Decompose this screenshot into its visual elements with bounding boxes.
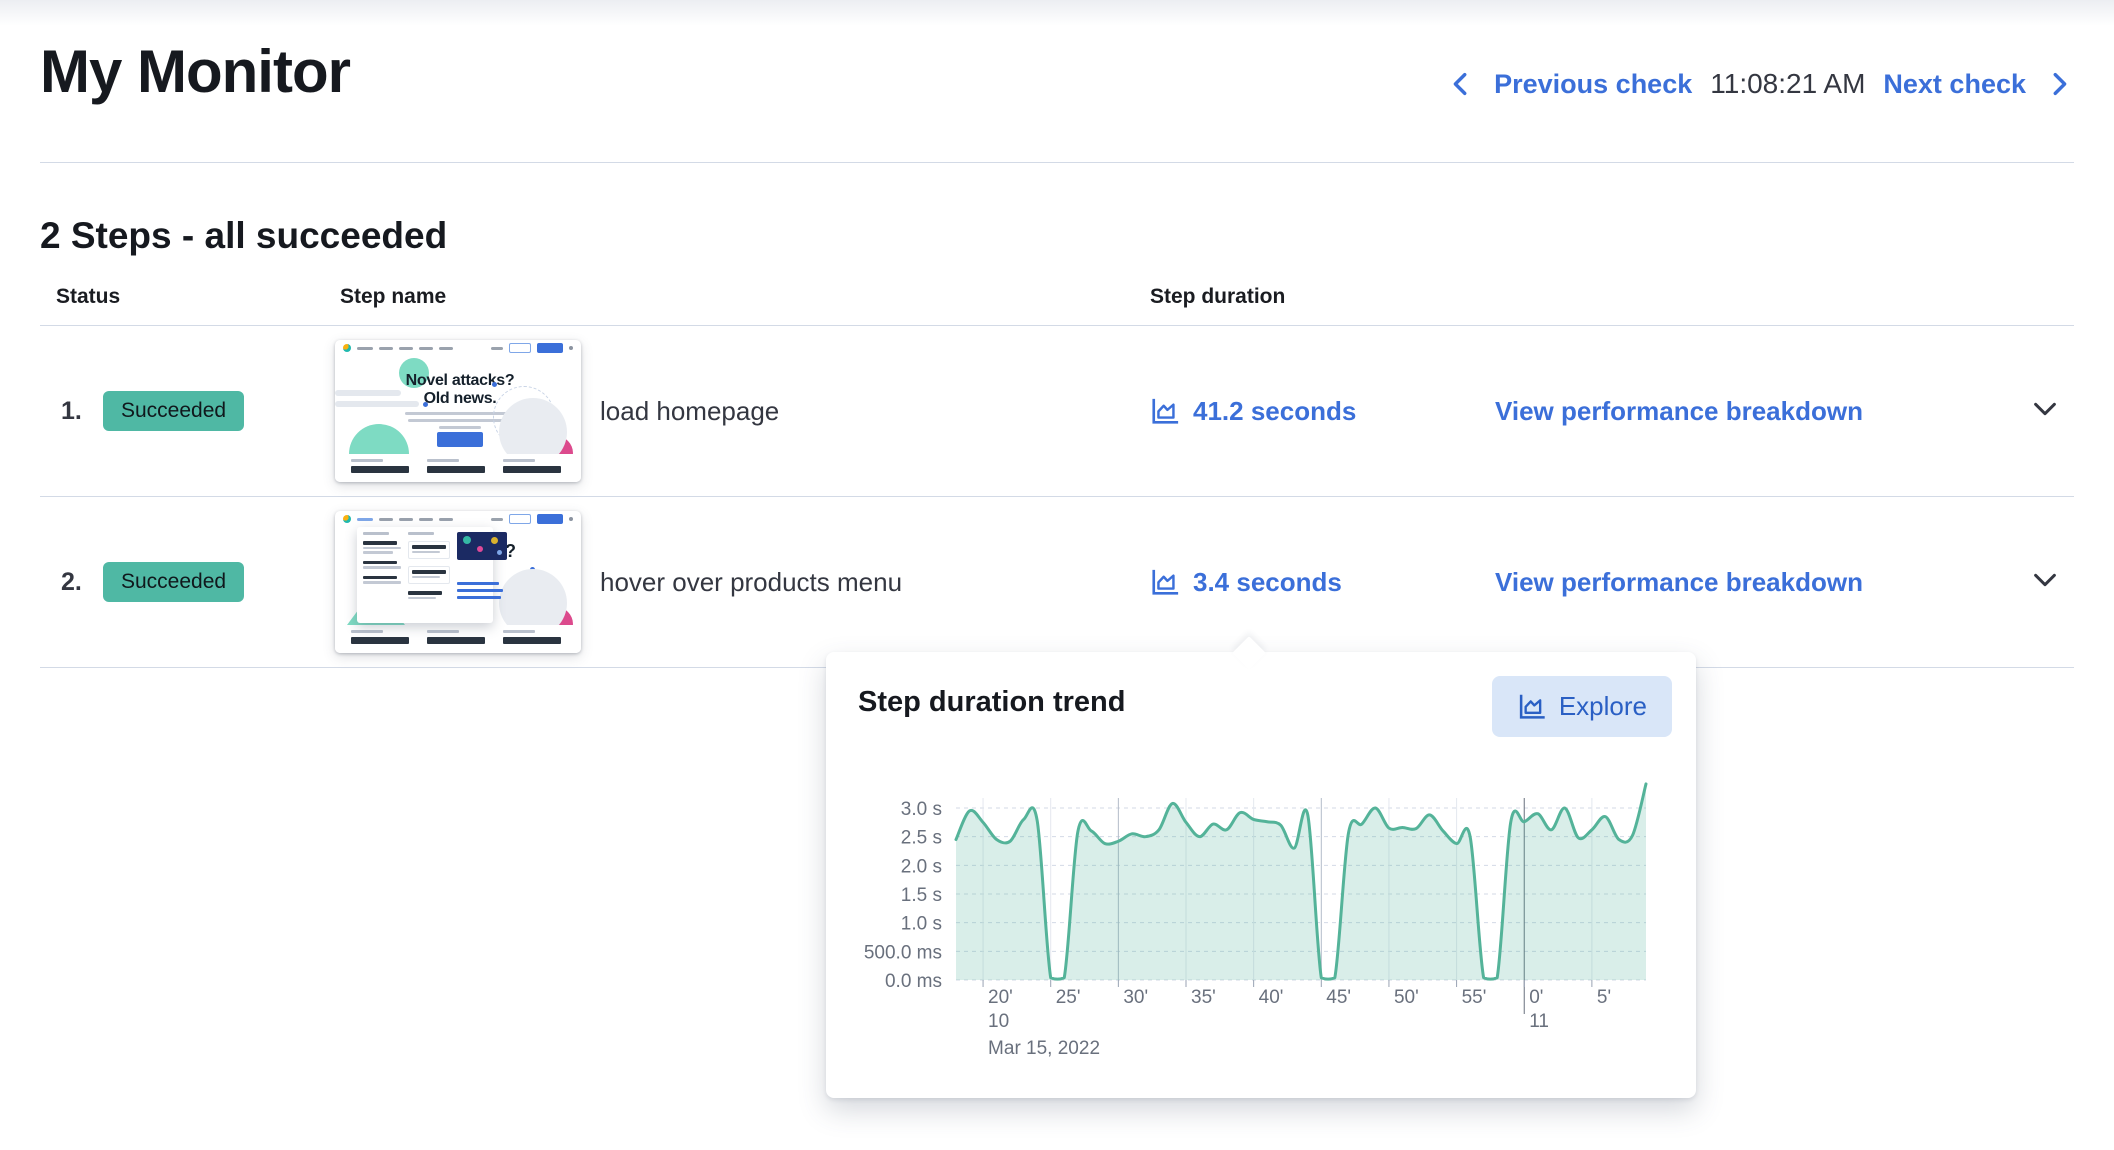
page-title: My Monitor: [40, 38, 351, 105]
svg-text:25': 25': [1056, 987, 1081, 1008]
step-row-1: 1. Succeeded Novel attacks? Old news. lo…: [40, 326, 2074, 497]
step-duration-cell: 3.4 seconds: [1150, 567, 1495, 598]
area-chart-icon: [1519, 694, 1545, 719]
svg-text:2.5 s: 2.5 s: [901, 828, 942, 849]
step-name: load homepage: [600, 395, 780, 426]
svg-text:55': 55': [1462, 987, 1487, 1008]
svg-text:35': 35': [1191, 987, 1216, 1008]
svg-text:20': 20': [988, 987, 1013, 1008]
step-duration-link[interactable]: 3.4 seconds: [1193, 567, 1342, 598]
svg-text:40': 40': [1259, 987, 1284, 1008]
svg-text:0.0 ms: 0.0 ms: [885, 971, 942, 992]
svg-text:11: 11: [1529, 1011, 1549, 1032]
header-divider: [40, 162, 2074, 163]
step-row-2: 2. Succeeded s?: [40, 497, 2074, 668]
previous-check-chevron-icon[interactable]: [1446, 69, 1476, 99]
view-performance-breakdown-link[interactable]: View performance breakdown: [1495, 396, 1863, 426]
step-duration-link[interactable]: 41.2 seconds: [1193, 396, 1356, 427]
step-number: 1.: [61, 396, 82, 425]
thumbnail-site-navbar: [335, 340, 581, 356]
svg-text:45': 45': [1326, 987, 1351, 1008]
elastic-logo-icon: [343, 515, 351, 523]
step-number: 2.: [61, 567, 82, 596]
thumbnail-headline-fragment: s?: [495, 541, 581, 562]
svg-text:2.0 s: 2.0 s: [901, 856, 942, 877]
thumbnail-footer-links: [335, 454, 581, 482]
page-header: My Monitor Previous check 11:08:21 AM Ne…: [0, 0, 2114, 110]
step-name: hover over products menu: [600, 566, 903, 597]
column-header-status: Status: [56, 285, 121, 308]
svg-text:5': 5': [1597, 987, 1611, 1008]
area-chart-icon: [1152, 569, 1179, 595]
expand-row-chevron-down-icon[interactable]: [2030, 565, 2060, 595]
status-badge: Succeeded: [103, 391, 245, 431]
svg-text:1.0 s: 1.0 s: [901, 914, 942, 935]
status-badge: Succeeded: [103, 562, 245, 602]
svg-text:50': 50': [1394, 987, 1419, 1008]
step-screenshot-thumbnail[interactable]: s?: [335, 511, 581, 653]
step-duration-trend-chart: 0.0 ms 500.0 ms 1.0 s 1.5 s 2.0 s 2.5 s 3.0 s 2…: [864, 782, 1648, 1059]
check-navigation: Previous check 11:08:21 AM Next check: [1446, 68, 2074, 110]
check-time: 11:08:21 AM: [1710, 68, 1866, 99]
area-chart-icon: [1152, 398, 1179, 424]
popover-title: Step duration trend: [858, 686, 1126, 718]
thumbnail-get-started-button: [437, 432, 483, 447]
step-duration-cell: 41.2 seconds: [1150, 396, 1495, 427]
step-duration-trend-popover: Step duration trend Explore 0.0 ms 500.0 …: [826, 636, 1696, 1098]
search-icon: [569, 346, 573, 350]
step-screenshot-thumbnail[interactable]: Novel attacks? Old news.: [335, 340, 581, 482]
thumbnail-products-mega-menu: [357, 527, 507, 623]
thumbnail-site-navbar: [335, 511, 581, 527]
svg-text:10: 10: [988, 1011, 1009, 1032]
thumbnail-login-button: [509, 514, 531, 524]
search-icon: [569, 517, 573, 521]
steps-heading: 2 Steps - all succeeded: [40, 215, 448, 256]
table-header-row: Status Step name Step duration: [40, 263, 2074, 326]
next-check-link[interactable]: Next check: [1883, 69, 2026, 100]
svg-text:0': 0': [1529, 987, 1543, 1008]
steps-table: Status Step name Step duration 1. Succee…: [40, 263, 2074, 668]
svg-text:1.5 s: 1.5 s: [901, 885, 942, 906]
next-check-chevron-icon[interactable]: [2044, 69, 2074, 99]
thumbnail-cta-button: [537, 514, 563, 524]
column-header-step-name: Step name: [340, 285, 447, 308]
thumbnail-cta-button: [537, 343, 563, 353]
svg-text:Mar 15, 2022: Mar 15, 2022: [988, 1038, 1100, 1059]
previous-check-link[interactable]: Previous check: [1494, 69, 1692, 100]
view-performance-breakdown-link[interactable]: View performance breakdown: [1495, 567, 1863, 597]
expand-row-chevron-down-icon[interactable]: [2030, 394, 2060, 424]
svg-text:30': 30': [1123, 987, 1148, 1008]
thumbnail-release-card: [457, 532, 507, 560]
elastic-logo-icon: [343, 344, 351, 352]
explore-button[interactable]: Explore: [1491, 676, 1672, 737]
column-header-step-duration: Step duration: [1150, 285, 1286, 308]
thumbnail-login-button: [509, 343, 531, 353]
svg-text:3.0 s: 3.0 s: [901, 799, 942, 820]
svg-text:500.0 ms: 500.0 ms: [864, 942, 942, 963]
thumbnail-footer-links: [335, 625, 581, 653]
